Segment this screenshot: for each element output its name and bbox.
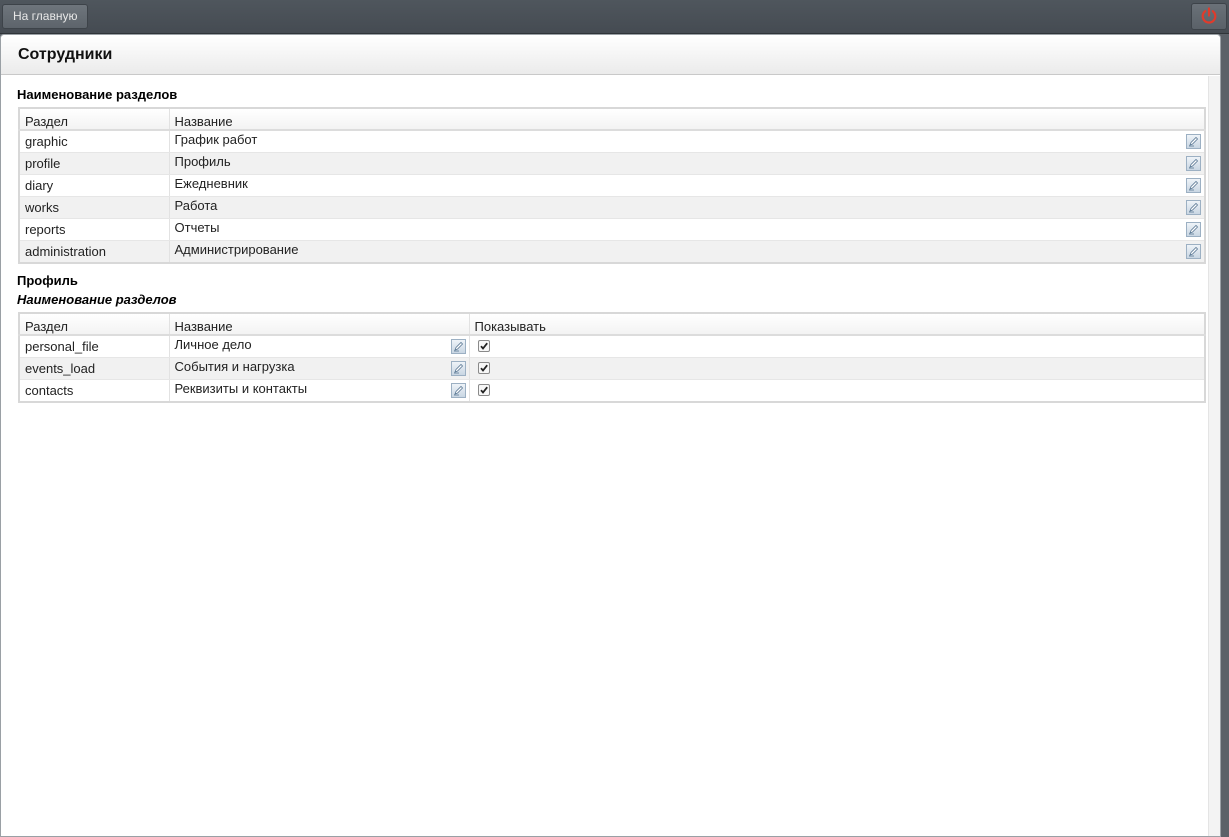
column-header-section: Раздел [19, 107, 170, 131]
table-row: contacts Реквизиты и контакты [19, 379, 1206, 403]
power-icon [1201, 7, 1217, 24]
section-key-cell: diary [19, 174, 170, 197]
table-header-row: Раздел Название [19, 107, 1206, 131]
profile-name-value: Реквизиты и контакты [174, 381, 308, 396]
show-checkbox[interactable] [477, 340, 490, 352]
top-bar: На главную [0, 0, 1229, 34]
edit-icon[interactable] [450, 383, 466, 398]
edit-icon[interactable] [450, 339, 466, 354]
section-name-cell: Ежедневник [169, 174, 1206, 197]
profile-name-cell: Личное дело [169, 335, 470, 358]
table-row: works Работа [19, 196, 1206, 219]
table-row: administration Администрирование [19, 240, 1206, 264]
profile-show-cell [469, 357, 1206, 380]
section-name-value: Работа [174, 198, 218, 213]
edit-icon[interactable] [1186, 156, 1201, 171]
profile-name-value: События и нагрузка [174, 359, 295, 374]
table-row: profile Профиль [19, 152, 1206, 175]
window-header [1, 35, 1220, 75]
section-key-cell: administration [19, 240, 170, 264]
edit-icon[interactable] [450, 361, 466, 376]
vertical-scrollbar[interactable] [1208, 76, 1220, 836]
section-key-cell: works [19, 196, 170, 219]
section-key-cell: profile [19, 152, 170, 175]
sections-table: Раздел Название graphic График работ profi… [18, 107, 1206, 264]
section-key-cell: graphic [19, 130, 170, 153]
profile-name-value: Личное дело [174, 337, 252, 352]
column-header-show: Показывать [469, 312, 1206, 336]
table-row: reports Отчеты [19, 218, 1206, 241]
column-header-name: Название [169, 107, 1206, 131]
edit-icon[interactable] [1186, 134, 1201, 149]
section-name-cell: Администрирование [169, 240, 1206, 264]
window-title: Сотрудники [18, 46, 113, 63]
logout-button[interactable] [1191, 3, 1227, 30]
edit-icon[interactable] [1186, 222, 1201, 237]
table-header-row: Раздел Название Показывать [19, 312, 1206, 336]
section-name-value: Профиль [174, 154, 231, 169]
profile-name-cell: События и нагрузка [169, 357, 470, 380]
edit-icon[interactable] [1186, 200, 1201, 215]
profile-name-cell: Реквизиты и контакты [169, 379, 470, 403]
home-button[interactable]: На главную [2, 4, 89, 29]
column-header-name: Название [169, 312, 470, 336]
section-name-cell: Работа [169, 196, 1206, 219]
section-key-cell: reports [19, 218, 170, 241]
section-name-value: Отчеты [174, 220, 220, 235]
profile-table-subtitle: Наименование разделов [17, 292, 177, 307]
edit-icon[interactable] [1186, 178, 1201, 193]
section-name-cell: График работ [169, 130, 1206, 153]
section-name-value: Администрирование [174, 242, 299, 257]
profile-key-cell: personal_file [19, 335, 170, 358]
section-name-cell: Отчеты [169, 218, 1206, 241]
show-checkbox[interactable] [477, 384, 490, 396]
profile-section-title: Профиль [17, 273, 78, 288]
table-row: personal_file Личное дело [19, 335, 1206, 358]
profile-key-cell: events_load [19, 357, 170, 380]
table-row: graphic График работ [19, 130, 1206, 153]
section-name-value: График работ [174, 132, 258, 147]
table-row: diary Ежедневник [19, 174, 1206, 197]
section-name-cell: Профиль [169, 152, 1206, 175]
table-row: events_load События и нагрузка [19, 357, 1206, 380]
profile-key-cell: contacts [19, 379, 170, 403]
profile-table: Раздел Название Показывать personal_file… [18, 312, 1206, 403]
profile-show-cell [469, 335, 1206, 358]
profile-show-cell [469, 379, 1206, 403]
sections-table-title: Наименование разделов [17, 87, 178, 102]
edit-icon[interactable] [1186, 244, 1201, 259]
column-header-section: Раздел [19, 312, 170, 336]
section-name-value: Ежедневник [174, 176, 248, 191]
employees-window: Сотрудники Наименование разделов Раздел … [0, 34, 1221, 837]
show-checkbox[interactable] [477, 362, 490, 374]
